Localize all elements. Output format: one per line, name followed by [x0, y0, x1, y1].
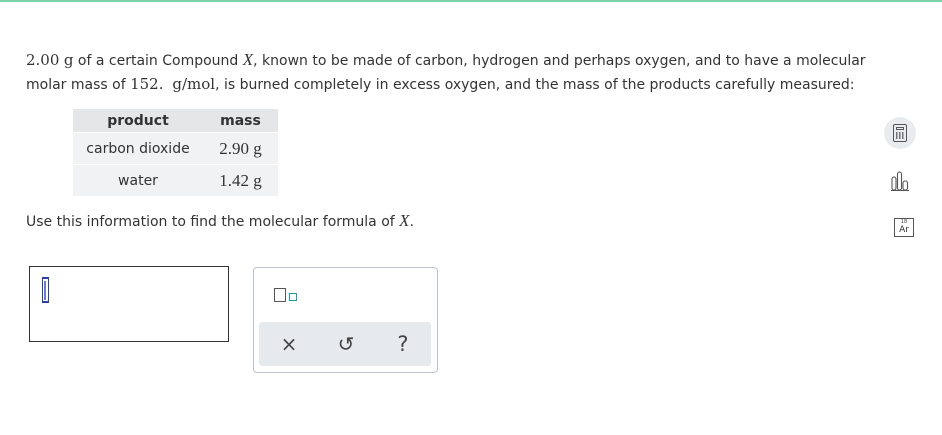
products-table: product mass carbon dioxide 2.90 g water… — [73, 109, 278, 196]
periodic-table-button[interactable]: 18 Ar — [884, 211, 916, 243]
molar-mass-value: 152. — [130, 75, 164, 93]
help-button[interactable]: ? — [388, 331, 418, 357]
table-row: water 1.42 g — [73, 164, 278, 196]
instruction-symbol: X — [399, 211, 410, 230]
header-mass: mass — [203, 109, 278, 133]
math-palette: × ↺ ? — [253, 267, 438, 373]
superscript-subscript-button[interactable] — [274, 285, 302, 307]
instruction-text: Use this information to find the molecul… — [26, 211, 414, 231]
mass-cell: 2.90 g — [203, 132, 278, 165]
table-header-row: product mass — [73, 109, 278, 133]
undo-button[interactable]: ↺ — [331, 331, 361, 357]
palette-action-bar: × ↺ ? — [259, 322, 431, 366]
base-box-icon — [274, 288, 286, 302]
bar-chart-icon — [891, 171, 909, 191]
mass-value: 2.00 — [26, 51, 60, 69]
product-cell: carbon dioxide — [73, 132, 203, 165]
question-text: 2.00 g of a certain Compound X, known to… — [26, 48, 886, 97]
compound-symbol: X — [242, 50, 254, 69]
question-part-1: of a certain Compound — [73, 53, 243, 69]
mass-cell: 1.42 g — [203, 164, 278, 196]
question-part-3: , is burned completely in excess oxygen,… — [215, 77, 855, 93]
product-cell: water — [73, 164, 203, 196]
instruction-label: Use this information to find the molecul… — [26, 214, 400, 230]
answer-input[interactable] — [29, 266, 229, 342]
subscript-box-icon — [289, 293, 297, 301]
element-symbol: Ar — [899, 225, 909, 235]
calculator-button[interactable] — [884, 117, 916, 149]
instruction-end: . — [409, 214, 414, 230]
periodic-table-icon: 18 Ar — [894, 218, 914, 237]
molar-mass-unit: g/mol — [172, 75, 216, 93]
calculator-icon — [893, 124, 907, 142]
input-cursor — [42, 277, 49, 303]
data-button[interactable] — [884, 166, 916, 198]
clear-button[interactable]: × — [274, 331, 304, 357]
top-accent-bar — [0, 0, 942, 2]
header-product: product — [73, 109, 203, 133]
table-row: carbon dioxide 2.90 g — [73, 132, 278, 165]
